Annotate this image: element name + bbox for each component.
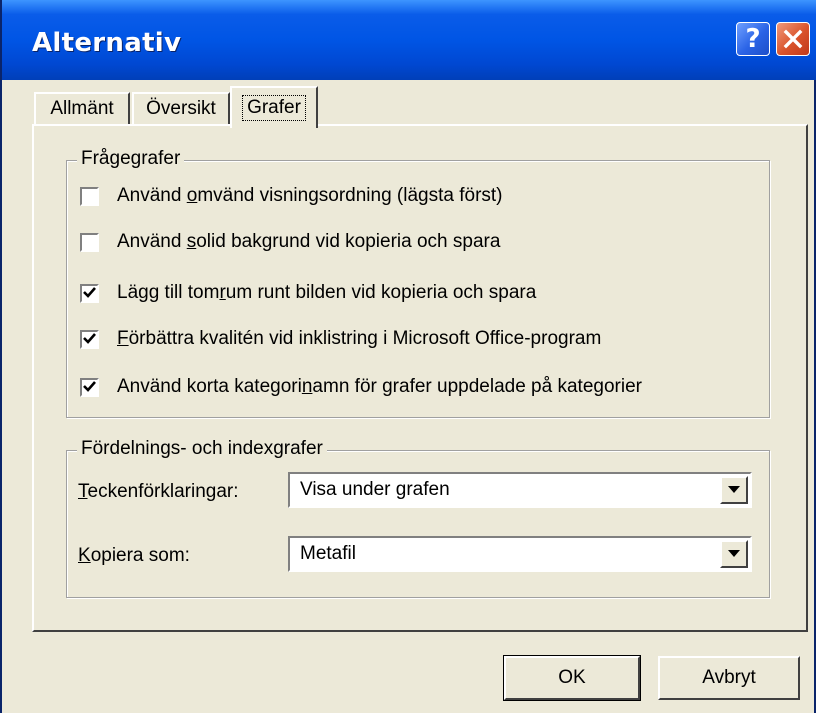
option-label: Använd korta kategorinamn för grafer upp… [117, 376, 642, 397]
option-label: Använd solid bakgrund vid kopieria och s… [117, 231, 501, 252]
cancel-button[interactable]: Avbryt [658, 656, 800, 700]
button-label: Avbryt [702, 667, 756, 688]
copy-as-label: Kopiera som: [78, 545, 190, 566]
dropdown-button[interactable] [720, 476, 748, 504]
chevron-down-icon [728, 550, 740, 557]
ok-button[interactable]: OK [503, 655, 641, 701]
option-improve-quality[interactable]: Förbättra kvalitén vid inklistring i Mic… [80, 326, 601, 352]
copy-as-select[interactable]: Metafil [288, 536, 752, 572]
tab-grafer[interactable]: Grafer [230, 86, 318, 128]
legend-select[interactable]: Visa under grafen [288, 472, 752, 508]
window-title: Alternativ [32, 28, 182, 58]
chevron-down-icon [728, 486, 740, 493]
dropdown-button[interactable] [720, 540, 748, 568]
group-legend: Fördelnings- och indexgrafer [77, 438, 327, 460]
help-button[interactable]: ? [736, 22, 770, 56]
option-short-category-names[interactable]: Använd korta kategorinamn för grafer upp… [80, 374, 642, 400]
checkbox[interactable] [80, 329, 99, 349]
select-value: Visa under grafen [300, 479, 450, 500]
button-label: OK [558, 667, 586, 688]
option-label: Förbättra kvalitén vid inklistring i Mic… [117, 328, 602, 349]
option-add-whitespace[interactable]: Lägg till tomrum runt bilden vid kopieri… [80, 280, 536, 306]
checkbox[interactable] [80, 283, 99, 303]
tab-label: Allmänt [50, 98, 114, 119]
close-icon [783, 29, 803, 49]
legend-label: Teckenförklaringar: [78, 481, 239, 502]
select-value: Metafil [300, 543, 356, 564]
option-label: Använd omvänd visningsordning (lägsta fö… [117, 185, 503, 206]
tab-allmant[interactable]: Allmänt [34, 92, 130, 124]
tab-label: Översikt [146, 98, 216, 119]
options-dialog: Alternativ ? Allmänt Översikt Grafer Frå… [0, 0, 816, 713]
tab-label: Grafer [242, 95, 306, 121]
checkbox[interactable] [80, 232, 99, 252]
checkbox[interactable] [80, 186, 99, 206]
help-icon: ? [745, 24, 761, 54]
checkmark-icon [83, 380, 96, 392]
option-reverse-order[interactable]: Använd omvänd visningsordning (lägsta fö… [80, 183, 503, 209]
option-solid-background[interactable]: Använd solid bakgrund vid kopieria och s… [80, 229, 500, 255]
tab-oversikt[interactable]: Översikt [132, 92, 230, 124]
checkmark-icon [83, 286, 96, 298]
group-legend: Frågegrafer [77, 148, 185, 170]
title-bar[interactable]: Alternativ ? [2, 0, 816, 80]
close-button[interactable] [776, 22, 810, 56]
checkmark-icon [83, 332, 96, 344]
checkbox[interactable] [80, 377, 99, 397]
option-label: Lägg till tomrum runt bilden vid kopieri… [117, 282, 537, 303]
